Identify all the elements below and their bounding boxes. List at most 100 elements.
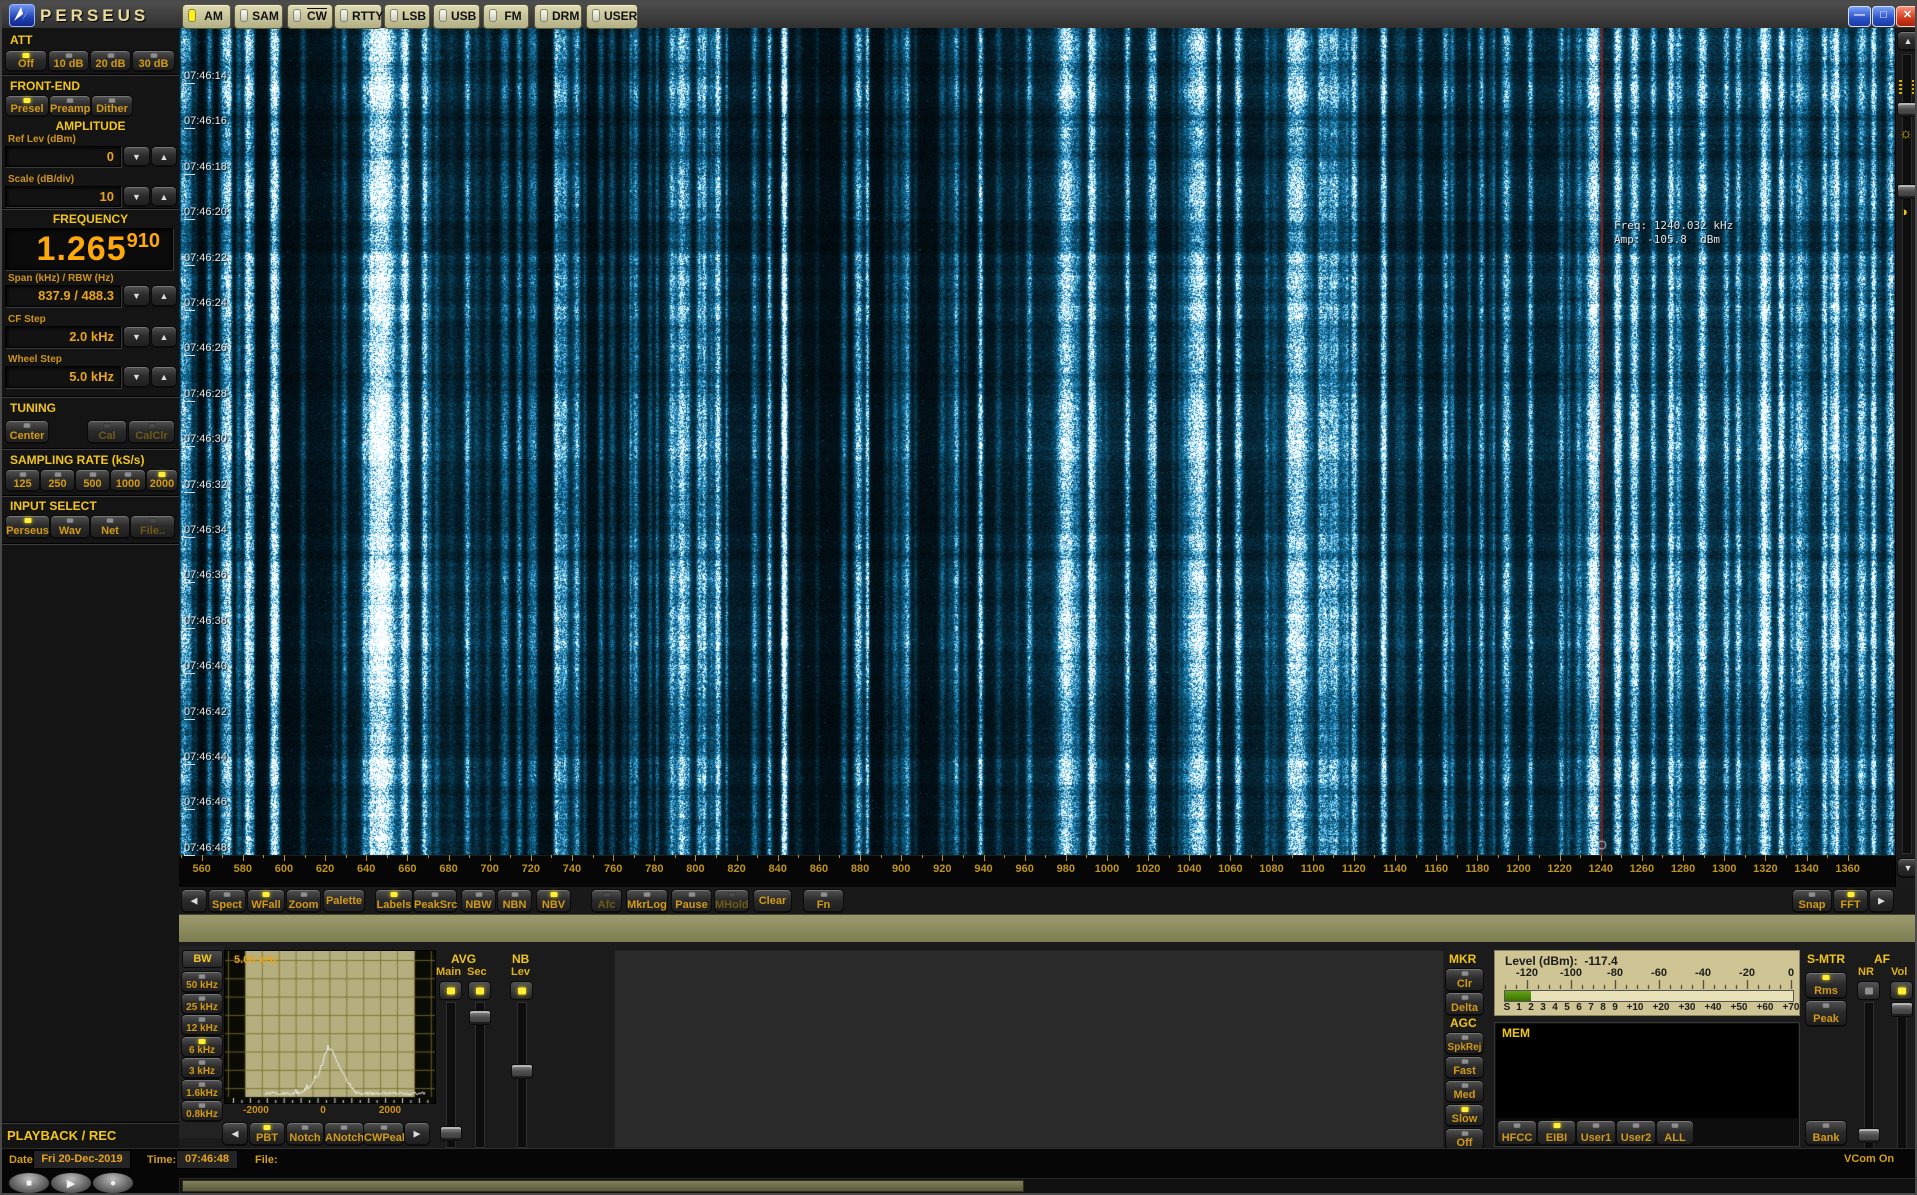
mem-list[interactable] <box>1496 1024 1798 1118</box>
wfall-button[interactable]: WFall <box>247 889 285 913</box>
brightness-slider-handle[interactable] <box>1897 102 1917 117</box>
rate-125-button[interactable]: 125 <box>5 469 40 492</box>
scroll-left-button[interactable]: ◀ <box>181 889 207 913</box>
zoom-button[interactable]: Zoom <box>286 889 321 913</box>
snap-button[interactable]: Snap <box>1792 889 1832 913</box>
mode-usb-button[interactable]: USB <box>433 4 480 29</box>
scroll-down-button[interactable]: ▼ <box>1897 858 1917 878</box>
nbn-button[interactable]: NBN <box>497 889 532 913</box>
ref-lev-up-button[interactable]: ▲ <box>151 146 177 167</box>
bw-25khz-button[interactable]: 25 kHz <box>181 993 223 1015</box>
mem-user1-button[interactable]: User1 <box>1576 1120 1616 1146</box>
mkr-delta-button[interactable]: Delta <box>1445 992 1484 1016</box>
bw-50khz-button[interactable]: 50 kHz <box>181 971 223 993</box>
fft-button[interactable]: FFT <box>1833 889 1868 913</box>
scale-up-button[interactable]: ▲ <box>151 186 177 207</box>
minimize-button[interactable]: — <box>1848 6 1871 27</box>
nr-led-button[interactable] <box>1857 981 1880 1000</box>
maximize-button[interactable]: □ <box>1872 6 1895 27</box>
cf-step-value[interactable]: 2.0 kHz <box>5 326 121 348</box>
span-down-button[interactable]: ▼ <box>123 285 150 307</box>
agc-fast-button[interactable]: Fast <box>1445 1056 1484 1079</box>
input-net-button[interactable]: Net <box>90 515 130 539</box>
att-20db-button[interactable]: 20 dB <box>90 50 131 72</box>
att-30db-button[interactable]: 30 dB <box>132 50 175 72</box>
peaksrc-button[interactable]: PeakSrc <box>413 889 457 913</box>
input-file-button[interactable]: File.. <box>130 515 175 539</box>
rate-2000-button[interactable]: 2000 <box>146 469 178 492</box>
scale-down-button[interactable]: ▼ <box>123 186 150 207</box>
brightness-slider-track[interactable] <box>1902 54 1912 854</box>
dither-button[interactable]: Dither <box>91 95 133 117</box>
mode-rtty-button[interactable]: RTTY <box>334 4 382 29</box>
scrollbar-thumb[interactable] <box>182 1180 1024 1192</box>
avg-sec-slider-handle[interactable] <box>469 1010 491 1025</box>
avg-main-slider-handle[interactable] <box>440 1126 462 1141</box>
mode-drm-button[interactable]: DRM <box>534 4 582 29</box>
stop-button[interactable]: ■ <box>8 1172 50 1194</box>
rate-500-button[interactable]: 500 <box>75 469 110 492</box>
bw-6khz-button[interactable]: 6 kHz <box>181 1036 223 1058</box>
frequency-display[interactable]: 1.265 910 <box>5 228 173 270</box>
scroll-right-button[interactable]: ▶ <box>1869 889 1894 913</box>
afc-button[interactable]: Afc <box>591 889 622 913</box>
ref-lev-value[interactable]: 0 <box>5 146 121 167</box>
clear-button[interactable]: Clear <box>753 889 792 913</box>
mode-cw-button[interactable]: CW <box>287 4 333 29</box>
pause-button[interactable]: Pause <box>671 889 712 913</box>
mem-all-button[interactable]: ALL <box>1656 1120 1694 1146</box>
mode-am-button[interactable]: AM <box>182 4 231 29</box>
agc-slow-button[interactable]: Slow <box>1445 1104 1484 1127</box>
agc-spkrej-button[interactable]: SpkRej <box>1445 1032 1484 1055</box>
mode-user-button[interactable]: USER <box>586 4 638 29</box>
avg-sec-led-button[interactable] <box>468 981 491 1000</box>
peak-button[interactable]: Peak <box>1805 1000 1847 1027</box>
bw-1_6khz-button[interactable]: 1.6kHz <box>181 1079 223 1101</box>
cwpeak-button[interactable]: CWPeak <box>363 1122 404 1146</box>
pbt-right-button[interactable]: ▶ <box>404 1122 430 1146</box>
mkrlog-button[interactable]: MkrLog <box>626 889 668 913</box>
preamp-button[interactable]: Preamp <box>49 95 91 117</box>
notch-button[interactable]: Notch <box>286 1122 324 1146</box>
input-perseus-button[interactable]: Perseus <box>5 515 50 539</box>
mem-bank-button[interactable]: Bank <box>1805 1120 1847 1146</box>
pbt-left-button[interactable]: ◀ <box>222 1122 248 1146</box>
presel-button[interactable]: Presel <box>5 95 49 117</box>
tuning-center-button[interactable]: Center <box>5 420 49 444</box>
bw-0_8khz-button[interactable]: 0.8kHz <box>181 1100 223 1122</box>
wheel-step-down-button[interactable]: ▼ <box>123 366 150 388</box>
vol-slider-handle[interactable] <box>1891 1002 1913 1017</box>
palette-button[interactable]: Palette <box>323 889 365 913</box>
ref-lev-down-button[interactable]: ▼ <box>123 146 150 167</box>
play-button[interactable]: ▶ <box>50 1172 92 1194</box>
rms-button[interactable]: Rms <box>1805 972 1847 999</box>
cf-step-down-button[interactable]: ▼ <box>123 326 150 348</box>
agc-med-button[interactable]: Med <box>1445 1080 1484 1103</box>
vol-led-button[interactable] <box>1890 981 1913 1000</box>
pbt-button[interactable]: PBT <box>249 1122 285 1146</box>
horizontal-scrollbar[interactable] <box>179 1178 1917 1194</box>
rate-1000-button[interactable]: 1000 <box>110 469 146 492</box>
span-value[interactable]: 837.9 / 488.3 <box>5 285 121 307</box>
nb-lev-led-button[interactable] <box>510 981 533 1000</box>
mode-lsb-button[interactable]: LSB <box>384 4 430 29</box>
bw-3khz-button[interactable]: 3 kHz <box>181 1057 223 1079</box>
vol-slider-track[interactable] <box>1897 1002 1907 1150</box>
cal-button[interactable]: Cal <box>87 420 127 444</box>
fn-button[interactable]: Fn <box>803 889 844 913</box>
input-wav-button[interactable]: Wav <box>50 515 90 539</box>
scale-value[interactable]: 10 <box>5 186 121 207</box>
mode-sam-button[interactable]: SAM <box>234 4 283 29</box>
record-button[interactable]: ● <box>92 1172 134 1194</box>
mode-fm-button[interactable]: FM <box>483 4 529 29</box>
span-up-button[interactable]: ▲ <box>151 285 177 307</box>
labels-button[interactable]: Labels <box>375 889 413 913</box>
wheel-step-value[interactable]: 5.0 kHz <box>5 366 121 388</box>
bw-12khz-button[interactable]: 12 kHz <box>181 1014 223 1036</box>
mem-hfcc-button[interactable]: HFCC <box>1497 1120 1537 1146</box>
filter-spectrum-display[interactable] <box>224 950 436 1104</box>
att-off-button[interactable]: Off <box>5 50 47 72</box>
mhold-button[interactable]: MHold <box>714 889 749 913</box>
cf-step-up-button[interactable]: ▲ <box>151 326 177 348</box>
nb-lev-slider-handle[interactable] <box>511 1064 533 1079</box>
